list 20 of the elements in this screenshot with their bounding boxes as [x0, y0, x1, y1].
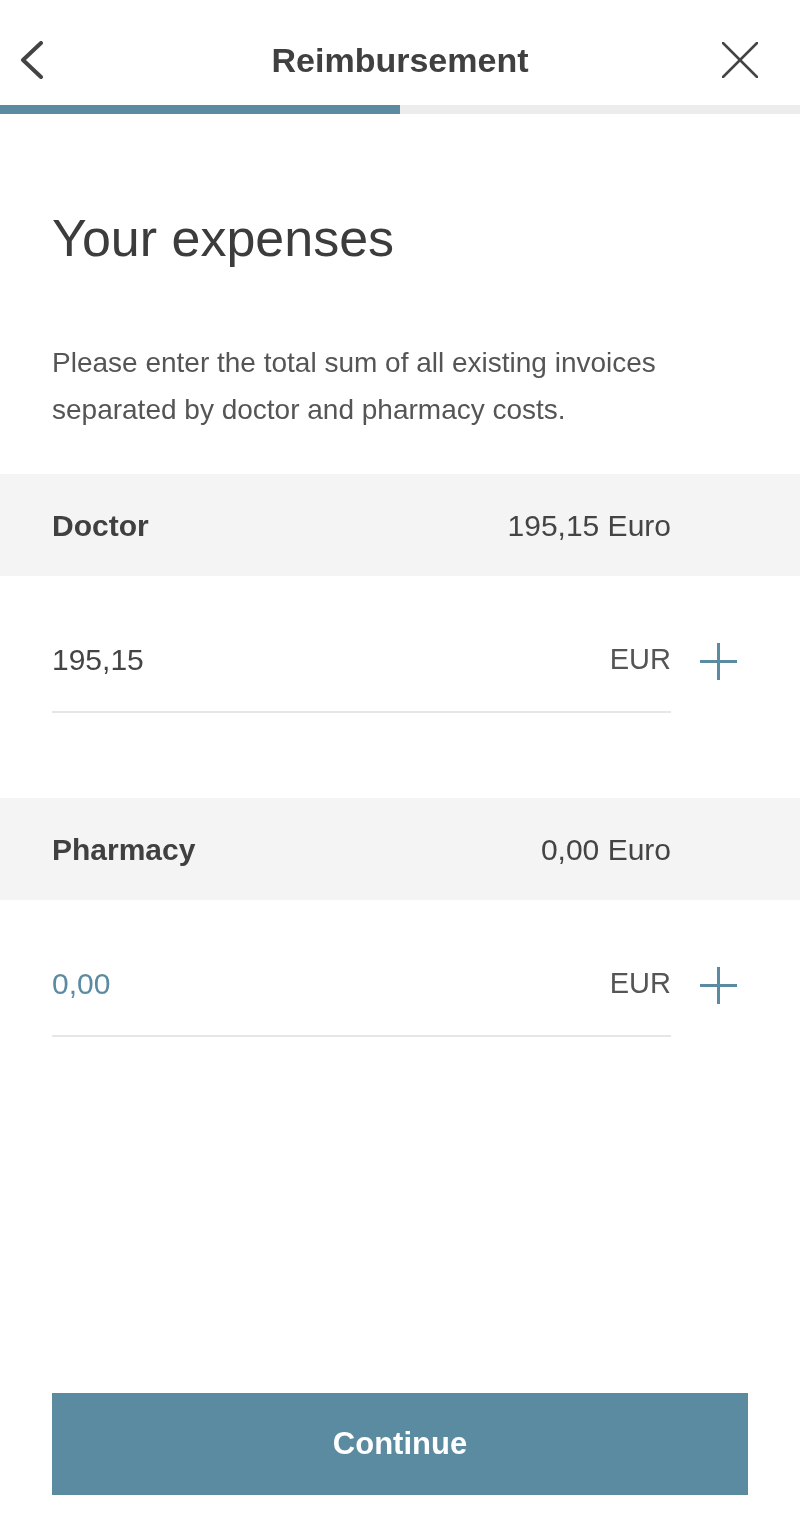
currency-label: EUR: [609, 642, 671, 678]
section-total: 195,15 Euro: [507, 507, 671, 544]
section-total: 0,00 Euro: [540, 831, 671, 868]
plus-icon: [700, 966, 737, 1004]
continue-button[interactable]: Continue: [52, 1393, 748, 1495]
currency-label: EUR: [609, 966, 671, 1002]
close-icon: [722, 41, 758, 78]
chevron-left-icon: [20, 40, 44, 79]
back-button[interactable]: [20, 40, 44, 79]
add-button[interactable]: [700, 966, 737, 1004]
intro-text: Please enter the total sum of all existing invoices separated by doctor and pharmacy costs.: [52, 346, 657, 427]
add-button[interactable]: [700, 642, 737, 680]
plus-icon: [700, 642, 737, 680]
section-label: Doctor: [52, 507, 149, 544]
close-button[interactable]: [722, 41, 758, 78]
screen-title: Reimbursement: [271, 42, 529, 77]
page-heading: Your expenses: [52, 208, 396, 268]
amount-input[interactable]: 0,00: [52, 960, 598, 1008]
amount-input[interactable]: 195,15: [52, 636, 598, 684]
section-label: Pharmacy: [52, 831, 196, 868]
